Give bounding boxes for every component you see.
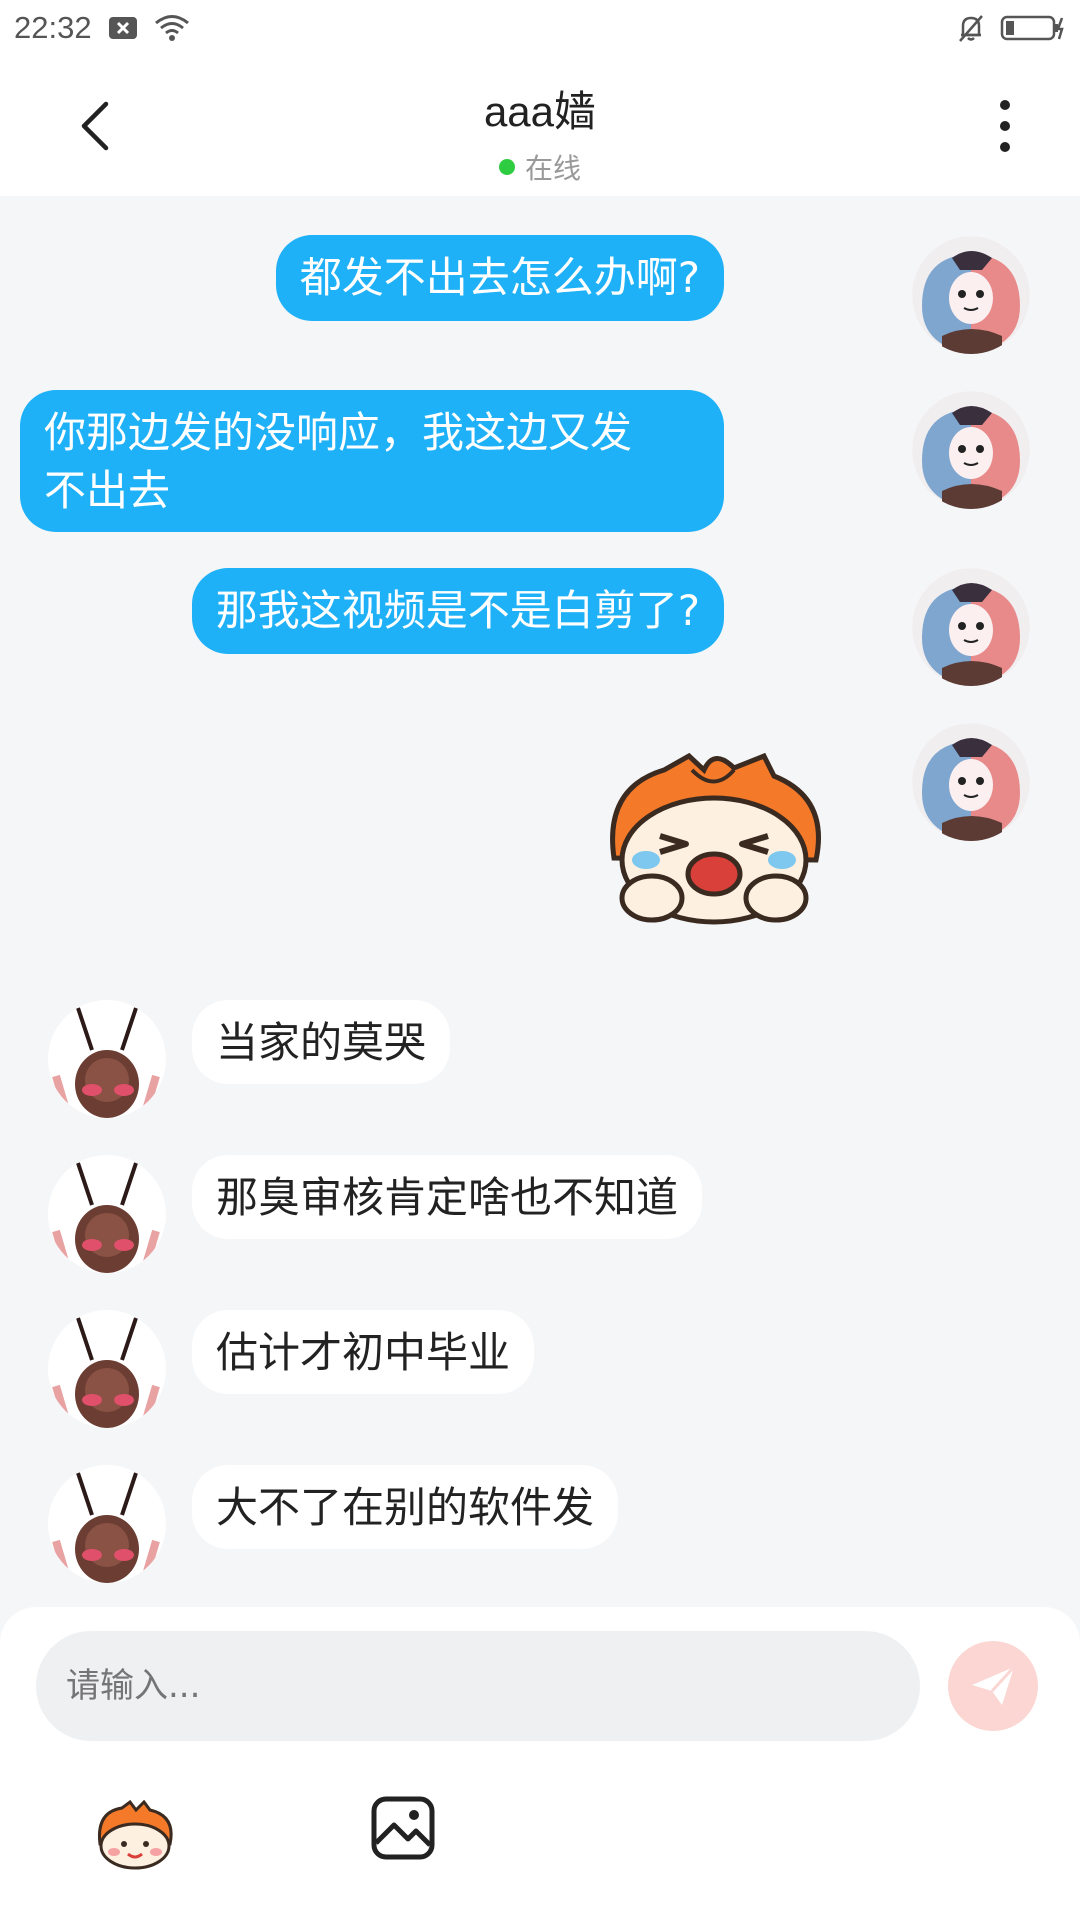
message-bubble-outgoing[interactable]: 都发不出去怎么办啊? <box>275 235 724 321</box>
wifi-icon <box>154 14 190 42</box>
my-avatar[interactable] <box>912 723 1030 841</box>
chat-header: aaa嫱 在线 <box>0 56 1080 196</box>
battery-charging-icon <box>1000 14 1066 42</box>
send-button[interactable] <box>948 1641 1038 1731</box>
contact-avatar[interactable] <box>48 1465 166 1583</box>
message-bubble-incoming[interactable]: 当家的莫哭 <box>192 1000 451 1084</box>
message-composer <box>0 1607 1080 1920</box>
emoji-button[interactable] <box>92 1792 178 1878</box>
message-bubble-incoming[interactable]: 估计才初中毕业 <box>192 1310 535 1394</box>
notification-x-icon <box>108 16 138 40</box>
online-status: 在线 <box>524 152 581 185</box>
status-bar: 22:32 <box>0 0 1080 56</box>
my-avatar[interactable] <box>912 568 1030 686</box>
message-bubble-outgoing[interactable]: 那我这视频是不是白剪了? <box>191 568 724 654</box>
my-avatar[interactable] <box>912 236 1030 354</box>
message-bubble-outgoing[interactable]: 你那边发的没响应，我这边又发 不出去 <box>20 390 724 532</box>
crying-mascot-sticker[interactable] <box>594 748 834 928</box>
contact-avatar[interactable] <box>48 1310 166 1428</box>
paper-plane-icon <box>972 1665 1016 1705</box>
image-button[interactable] <box>370 1795 436 1861</box>
message-input[interactable] <box>36 1631 920 1741</box>
contact-name: aaa嫱 <box>483 88 597 135</box>
online-dot-icon <box>498 159 515 175</box>
contact-avatar[interactable] <box>48 1000 166 1118</box>
my-avatar[interactable] <box>912 391 1030 509</box>
more-vertical-icon <box>1000 100 1010 110</box>
message-text-line: 不出去 <box>44 466 171 515</box>
more-options-button[interactable] <box>985 96 1025 156</box>
status-time: 22:32 <box>14 10 92 45</box>
message-text-line: 你那边发的没响应，我这边又发 <box>44 408 633 457</box>
message-bubble-incoming[interactable]: 那臭审核肯定啥也不知道 <box>192 1155 703 1239</box>
image-icon <box>371 1796 435 1860</box>
contact-avatar[interactable] <box>48 1155 166 1273</box>
message-bubble-incoming[interactable]: 大不了在别的软件发 <box>192 1465 619 1549</box>
mute-bell-icon <box>956 13 986 43</box>
emoji-mascot-icon <box>97 1800 173 1870</box>
